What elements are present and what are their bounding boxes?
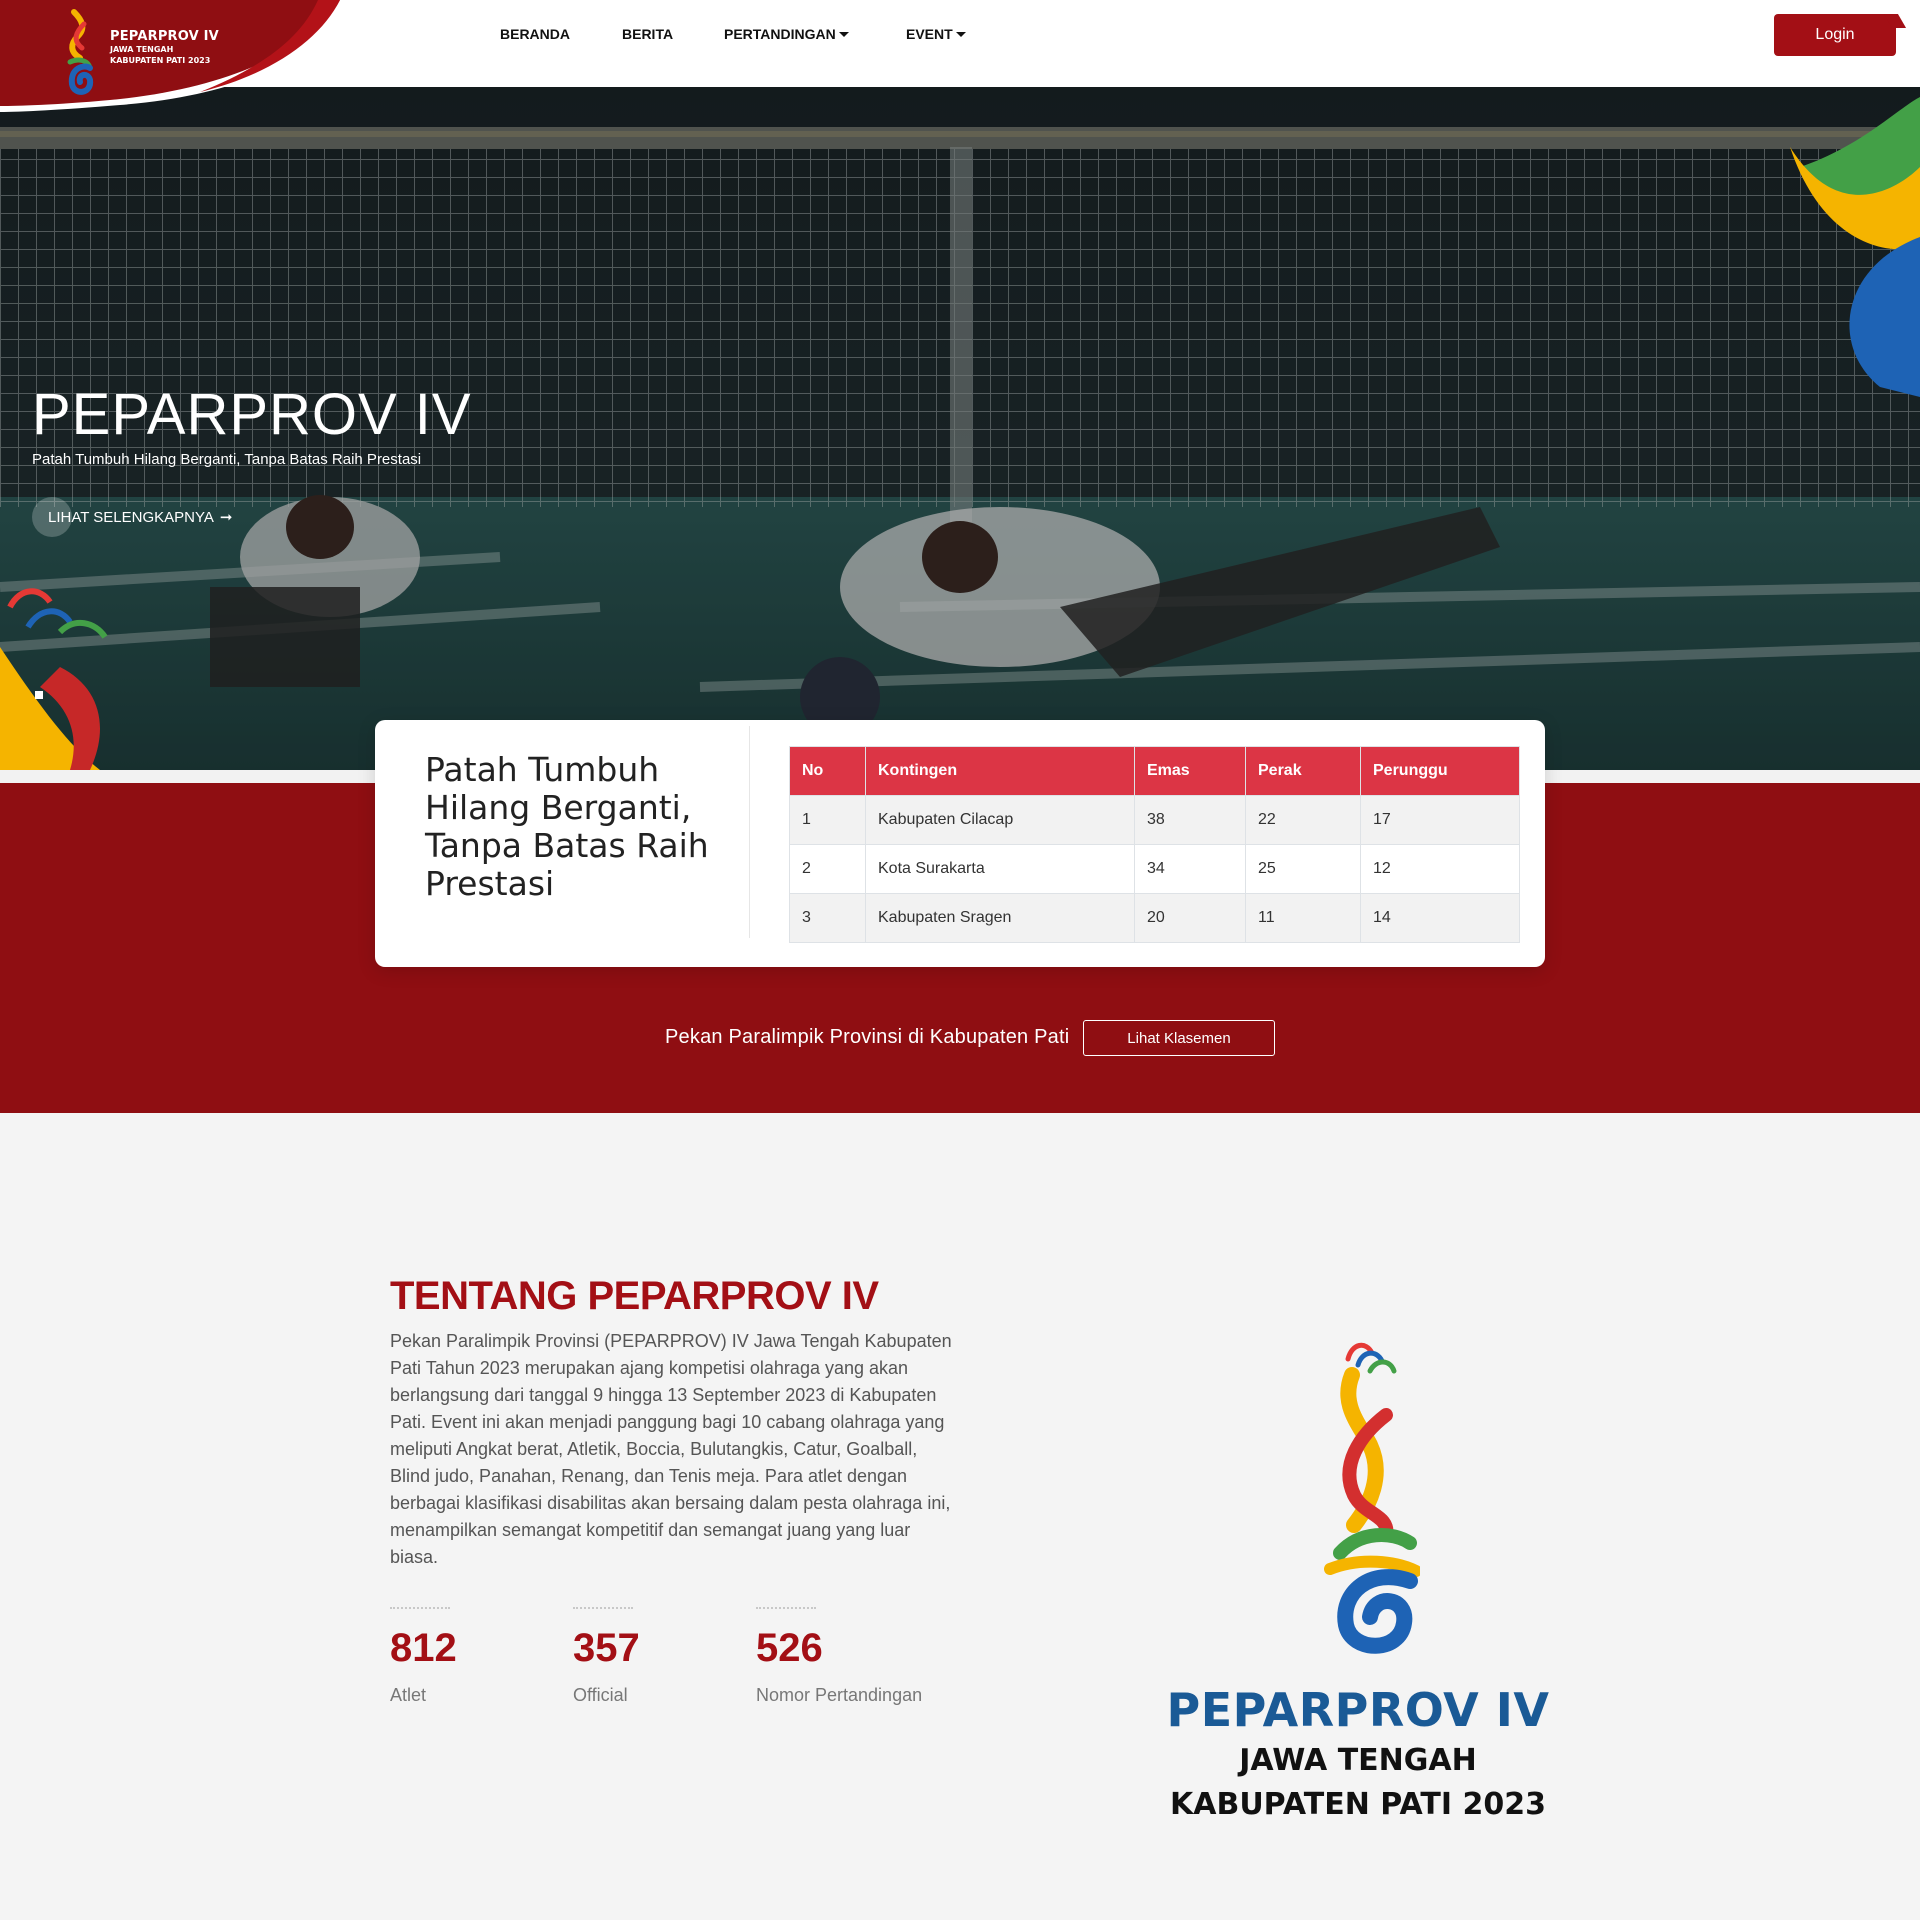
- slider-indicator[interactable]: [35, 691, 43, 699]
- stat-value: 357: [573, 1626, 640, 1670]
- cta-label: LIHAT SELENGKAPNYA: [48, 508, 214, 526]
- stat-divider: [756, 1607, 816, 1609]
- event-logo-icon: [1324, 1342, 1420, 1654]
- stat-atlet: 812 Atlet: [390, 1607, 457, 1706]
- login-button[interactable]: Login: [1774, 14, 1896, 56]
- stat-value: 812: [390, 1626, 457, 1670]
- cell-no: 2: [789, 844, 866, 894]
- table-header-row: No Kontingen Emas Perak Perunggu: [789, 746, 1520, 796]
- cell-no: 3: [789, 893, 866, 943]
- about-title: TENTANG PEPARPROV IV: [390, 1274, 879, 1318]
- caret-down-icon: [955, 32, 966, 37]
- cell-kontingen: Kabupaten Cilacap: [865, 795, 1135, 845]
- caret-down-icon: [838, 32, 849, 37]
- stat-nomor-pertandingan: 526 Nomor Pertandingan: [756, 1607, 922, 1706]
- cell-emas: 34: [1134, 844, 1246, 894]
- nav-label: BERANDA: [500, 26, 570, 42]
- hero-subtitle: Patah Tumbuh Hilang Berganti, Tanpa Bata…: [32, 451, 422, 468]
- table-row: 2 Kota Surakarta 34 25 12: [789, 844, 1520, 894]
- table-row: 3 Kabupaten Sragen 20 11 14: [789, 893, 1520, 943]
- col-emas: Emas: [1134, 746, 1246, 796]
- nav-label: BERITA: [622, 26, 674, 42]
- nav-item-beranda[interactable]: BERANDA: [500, 26, 570, 42]
- hero-title: PEPARPROV IV: [32, 382, 472, 447]
- col-perak: Perak: [1245, 746, 1361, 796]
- card-divider: [749, 726, 750, 938]
- medal-card: Patah Tumbuh Hilang Berganti, Tanpa Bata…: [375, 720, 1545, 967]
- stat-label: Official: [573, 1685, 628, 1705]
- hero-slider: PEPARPROV IV Patah Tumbuh Hilang Bergant…: [0, 87, 1920, 770]
- nav-item-pertandingan[interactable]: PERTANDINGAN: [724, 26, 849, 42]
- event-logo-line2: JAWA TENGAH: [1239, 1743, 1477, 1778]
- about-text: Pekan Paralimpik Provinsi (PEPARPROV) IV…: [390, 1331, 952, 1567]
- brand-logo-icon: [67, 9, 94, 95]
- arrow-right-icon: ➞: [219, 509, 233, 526]
- cell-perak: 11: [1245, 893, 1361, 943]
- brand-name[interactable]: PEPARPROV IV JAWA TENGAH KABUPATEN PATI …: [110, 29, 219, 66]
- cell-emas: 20: [1134, 893, 1246, 943]
- cell-kontingen: Kota Surakarta: [865, 844, 1135, 894]
- event-logo-title: PEPARPROV IV: [1166, 1683, 1550, 1737]
- nav-item-berita[interactable]: BERITA: [622, 26, 673, 42]
- stat-value: 526: [756, 1626, 823, 1670]
- cell-no: 1: [789, 795, 866, 845]
- stat-official: 357 Official: [573, 1607, 640, 1706]
- cell-perak: 25: [1245, 844, 1361, 894]
- card-title: Patah Tumbuh Hilang Berganti, Tanpa Bata…: [425, 750, 709, 903]
- stat-label: Atlet: [390, 1685, 427, 1705]
- brand-title: PEPARPROV IV: [110, 29, 219, 44]
- col-kontingen: Kontingen: [865, 746, 1135, 796]
- hero-cta-button[interactable]: LIHAT SELENGKAPNYA ➞: [32, 497, 242, 537]
- cell-perunggu: 12: [1360, 844, 1520, 894]
- stat-divider: [573, 1607, 633, 1609]
- cell-perak: 22: [1245, 795, 1361, 845]
- stat-label: Nomor Pertandingan: [756, 1685, 923, 1705]
- lihat-klasemen-button[interactable]: Lihat Klasemen: [1083, 1020, 1275, 1056]
- cell-emas: 38: [1134, 795, 1246, 845]
- band-text: Pekan Paralimpik Provinsi di Kabupaten P…: [665, 1026, 1070, 1048]
- stat-divider: [390, 1607, 450, 1609]
- col-perunggu: Perunggu: [1360, 746, 1520, 796]
- cell-perunggu: 14: [1360, 893, 1520, 943]
- brand-line3: KABUPATEN PATI 2023: [110, 56, 211, 65]
- cell-kontingen: Kabupaten Sragen: [865, 893, 1135, 943]
- table-row: 1 Kabupaten Cilacap 38 22 17: [789, 795, 1520, 845]
- nav-label: PERTANDINGAN: [724, 26, 836, 42]
- cell-perunggu: 17: [1360, 795, 1520, 845]
- medal-table: No Kontingen Emas Perak Perunggu 1 Kabup…: [789, 746, 1520, 943]
- nav-label: EVENT: [906, 26, 953, 42]
- nav-item-event[interactable]: EVENT: [906, 26, 966, 42]
- event-logo-line3: KABUPATEN PATI 2023: [1169, 1787, 1546, 1822]
- col-no: No: [789, 746, 866, 796]
- brand-line2: JAWA TENGAH: [110, 45, 174, 54]
